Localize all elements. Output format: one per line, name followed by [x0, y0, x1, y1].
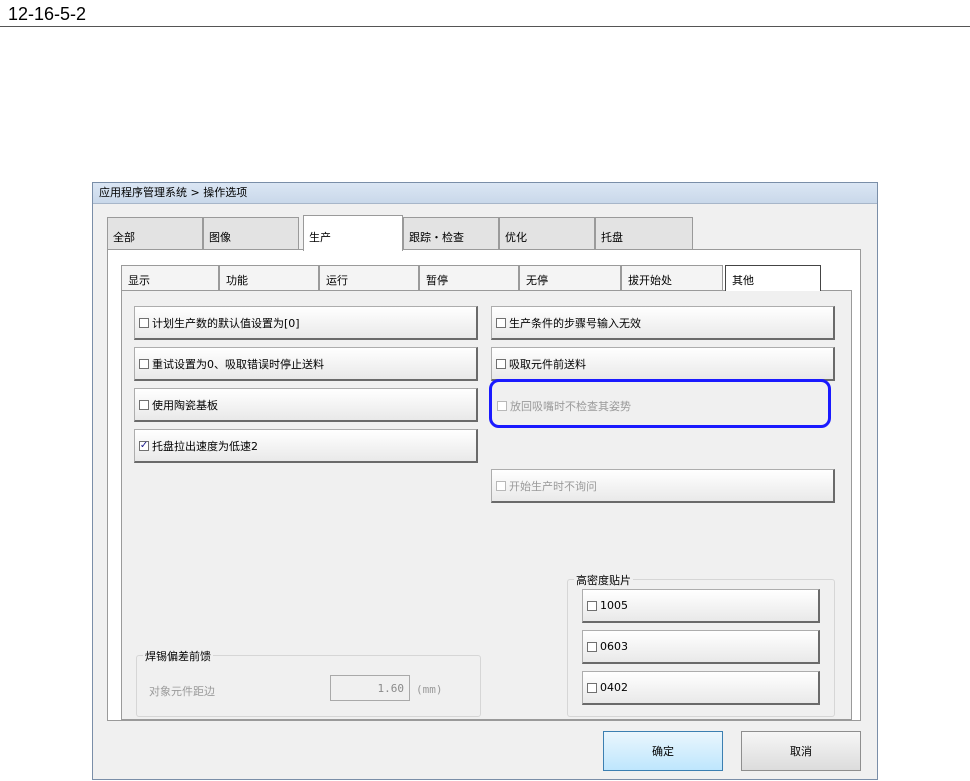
- tab-image[interactable]: 图像: [203, 217, 299, 249]
- checkbox-icon[interactable]: [587, 682, 597, 693]
- option-label: 托盘拉出速度为低速2: [152, 439, 258, 453]
- option-0402[interactable]: 0402: [582, 671, 820, 705]
- option-label: 吸取元件前送料: [509, 357, 586, 371]
- tab-all[interactable]: 全部: [107, 217, 203, 249]
- tab-production[interactable]: 生产: [303, 215, 403, 251]
- checkbox-checked-icon[interactable]: ✓: [139, 440, 149, 451]
- option-label: 开始生产时不询问: [509, 479, 597, 493]
- option-step-number-disabled[interactable]: 生产条件的步骤号输入无效: [491, 306, 835, 340]
- option-1005[interactable]: 1005: [582, 589, 820, 623]
- group-title: 高密度贴片: [574, 572, 633, 588]
- option-label: 重试设置为0、吸取错误时停止送料: [152, 357, 324, 371]
- highlight-frame: [489, 379, 831, 428]
- field-label: 对象元件距边: [149, 685, 215, 698]
- tab-function[interactable]: 功能: [219, 265, 319, 291]
- option-tray-low-speed[interactable]: ✓ 托盘拉出速度为低速2: [134, 429, 478, 463]
- option-label: 1005: [600, 599, 628, 612]
- group-title: 焊锡偏差前馈: [143, 648, 213, 664]
- option-default-plan-zero[interactable]: 计划生产数的默认值设置为[0]: [134, 306, 478, 340]
- checkbox-icon[interactable]: [139, 317, 149, 328]
- checkbox-icon[interactable]: [139, 399, 149, 410]
- unit-label: (mm): [416, 683, 443, 696]
- checkbox-icon[interactable]: [587, 600, 597, 611]
- tab-optimization[interactable]: 优化: [499, 217, 595, 249]
- option-label: 计划生产数的默认值设置为[0]: [152, 316, 300, 330]
- option-feed-before-pick[interactable]: 吸取元件前送料: [491, 347, 835, 381]
- tab-tracking-inspection[interactable]: 跟踪・检查: [403, 217, 499, 249]
- options-dialog: 应用程序管理系统 > 操作选项 全部 图像 生产 跟踪・检查 优化 托盘 显示 …: [92, 182, 878, 780]
- tab-display[interactable]: 显示: [121, 265, 219, 291]
- option-ceramic-substrate[interactable]: 使用陶瓷基板: [134, 388, 478, 422]
- option-label: 0402: [600, 681, 628, 694]
- tab-run[interactable]: 运行: [319, 265, 419, 291]
- tab-start-position[interactable]: 拔开始处: [621, 265, 723, 291]
- header-divider: [0, 26, 970, 27]
- solder-offset-group: 焊锡偏差前馈 对象元件距边 1.60 (mm): [136, 648, 481, 717]
- checkbox-icon[interactable]: [587, 641, 597, 652]
- option-retry-zero-stop-feed[interactable]: 重试设置为0、吸取错误时停止送料: [134, 347, 478, 381]
- tab-pause[interactable]: 暂停: [419, 265, 519, 291]
- checkbox-icon: [496, 480, 506, 491]
- option-label: 0603: [600, 640, 628, 653]
- tab-other[interactable]: 其他: [725, 265, 821, 291]
- checkbox-icon[interactable]: [496, 358, 506, 369]
- option-label: 使用陶瓷基板: [152, 398, 218, 412]
- tab-tray[interactable]: 托盘: [595, 217, 693, 249]
- cancel-button[interactable]: 取消: [741, 731, 861, 771]
- option-0603[interactable]: 0603: [582, 630, 820, 664]
- checkbox-icon[interactable]: [496, 317, 506, 328]
- ok-button[interactable]: 确定: [603, 731, 723, 771]
- option-label: 生产条件的步骤号输入无效: [509, 316, 641, 330]
- tab-no-stop[interactable]: 无停: [519, 265, 621, 291]
- edge-distance-input[interactable]: 1.60: [330, 675, 410, 701]
- window-title: 应用程序管理系统 > 操作选项: [93, 183, 877, 204]
- document-reference: 12-16-5-2: [8, 4, 87, 24]
- checkbox-icon[interactable]: [139, 358, 149, 369]
- option-no-prompt-on-start: 开始生产时不询问: [491, 469, 835, 503]
